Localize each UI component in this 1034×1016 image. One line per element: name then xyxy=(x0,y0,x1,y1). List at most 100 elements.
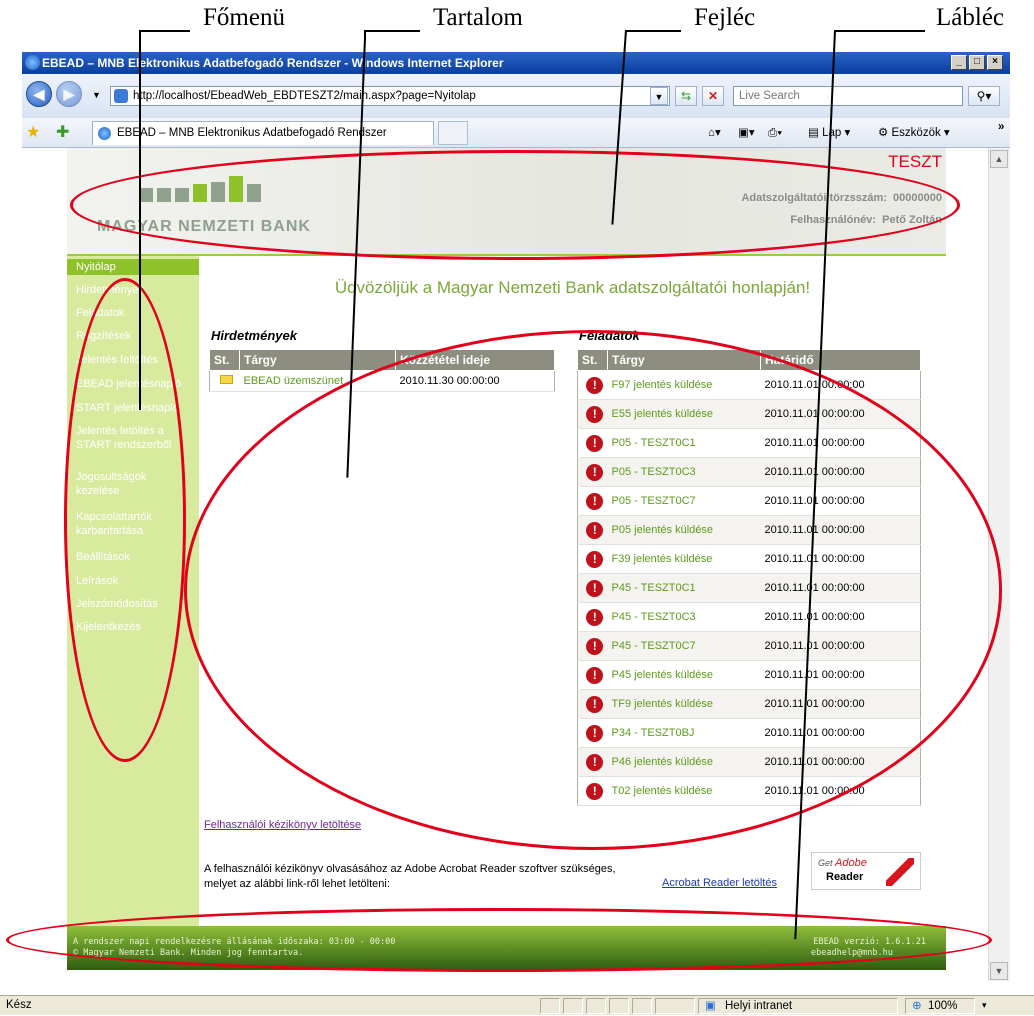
task-subject-link[interactable]: TF9 jelentés küldése xyxy=(607,689,761,719)
annotation-menu-label: Főmenü xyxy=(203,4,285,31)
menu-item-jelentes-letoltes[interactable]: Jelentés letöltés a START rendszerből xyxy=(67,424,195,452)
menu-item-start-jelentesnaplo[interactable]: START jelentésnapló xyxy=(67,401,199,415)
ie-logo-icon xyxy=(25,55,40,70)
tools-menu-button[interactable]: ⚙ Eszközök ▾ xyxy=(878,124,950,142)
scroll-down-icon[interactable]: ▼ xyxy=(990,962,1008,980)
table-row: EBEAD üzemszünet 2010.11.30 00:00:00 xyxy=(209,370,555,392)
user-label: Felhasználónév: xyxy=(790,214,876,226)
menu-item-jogosultsagok[interactable]: Jogosultságok kezelése xyxy=(67,470,177,498)
notices-col-date: Közzététel ideje xyxy=(395,349,555,371)
table-row: ! P45 - TESZT0C7 2010.11.01 00:00:00 xyxy=(577,631,921,661)
address-bar[interactable]: http://localhost/EbeadWeb_EBDTESZT2/main… xyxy=(110,86,670,106)
address-dropdown-button[interactable]: ▼ xyxy=(650,87,668,105)
task-subject-link[interactable]: P34 - TESZT0BJ xyxy=(607,718,761,748)
task-subject-link[interactable]: P45 - TESZT0C3 xyxy=(607,602,761,632)
user-row: Felhasználónév: Pető Zoltán xyxy=(790,214,942,226)
environment-label: TESZT xyxy=(888,152,942,171)
menu-item-kapcsolattartok[interactable]: Kapcsolattartók karbantartása xyxy=(67,510,195,538)
task-deadline: 2010.11.01 00:00:00 xyxy=(760,486,921,516)
notice-status-cell xyxy=(209,370,240,392)
tasks-header-row: St. Tárgy Határidő xyxy=(577,349,921,371)
menu-item-feladatok[interactable]: Feladatok xyxy=(67,306,199,320)
welcome-heading: Üdvözöljük a Magyar Nemzeti Bank adatszo… xyxy=(334,278,811,297)
notices-col-status: St. xyxy=(209,349,240,371)
task-subject-link[interactable]: P05 - TESZT0C7 xyxy=(607,486,761,516)
more-commands-button[interactable]: » xyxy=(998,118,1004,136)
maximize-button[interactable]: □ xyxy=(969,55,985,70)
annotation-header-label: Fejléc xyxy=(694,4,756,31)
table-row: ! F39 jelentés küldése 2010.11.01 00:00:00 xyxy=(577,544,921,574)
new-tab-button[interactable] xyxy=(438,121,468,145)
alert-icon: ! xyxy=(586,434,604,452)
footer-version: EBEAD verzió: 1.6.1.21 xyxy=(813,937,926,947)
menu-item-beallitasok[interactable]: Beállítások xyxy=(67,550,199,564)
task-subject-link[interactable]: E55 jelentés küldése xyxy=(607,399,761,429)
annotation-content-label: Tartalom xyxy=(433,4,523,31)
task-subject-link[interactable]: P05 - TESZT0C3 xyxy=(607,457,761,487)
table-row: ! TF9 jelentés küldése 2010.11.01 00:00:00 xyxy=(577,689,921,719)
menu-item-kijelentkezes[interactable]: Kijelentkezés xyxy=(67,620,199,634)
menu-item-rogzitesek[interactable]: Rögzítések xyxy=(67,329,199,343)
history-dropdown-icon[interactable]: ▼ xyxy=(92,90,101,100)
menu-item-jelszomodositas[interactable]: Jelszómódosítás xyxy=(67,597,199,611)
reader-info-text: A felhasználói kézikönyv olvasásához az … xyxy=(204,863,616,890)
task-subject-link[interactable]: P46 jelentés küldése xyxy=(607,747,761,777)
menu-item-hirdetmenyek[interactable]: Hirdetmények xyxy=(67,283,199,297)
menu-item-leirasok[interactable]: Leírások xyxy=(67,574,199,588)
task-subject-link[interactable]: T02 jelentés küldése xyxy=(607,776,761,806)
print-icon[interactable]: ⎙▾ xyxy=(768,124,782,142)
task-status-cell: ! xyxy=(577,747,608,777)
task-status-cell: ! xyxy=(577,399,608,429)
task-subject-link[interactable]: P45 jelentés küldése xyxy=(607,660,761,690)
close-window-button[interactable]: × xyxy=(987,55,1003,70)
menu-item-ebead-jelentesnaplo[interactable]: EBEAD jelentésnapló xyxy=(67,377,199,391)
tasks-col-deadline: Határidő xyxy=(760,349,921,371)
add-favorites-icon[interactable]: ✚ xyxy=(56,122,69,142)
window-title-bar: EBEAD – MNB Elektronikus Adatbefogadó Re… xyxy=(22,52,1010,74)
tasks-col-subject: Tárgy xyxy=(607,349,761,371)
address-text: http://localhost/EbeadWeb_EBDTESZT2/main… xyxy=(133,90,476,102)
alert-icon: ! xyxy=(586,637,604,655)
task-subject-link[interactable]: P45 - TESZT0C7 xyxy=(607,631,761,661)
manual-download-link[interactable]: Felhasználói kézikönyv letöltése xyxy=(204,819,361,831)
tasks-col-status: St. xyxy=(577,349,608,371)
vertical-scrollbar[interactable] xyxy=(988,148,1010,981)
task-subject-link[interactable]: P45 - TESZT0C1 xyxy=(607,573,761,603)
task-subject-link[interactable]: P05 - TESZT0C1 xyxy=(607,428,761,458)
favorites-star-icon[interactable]: ★ xyxy=(26,122,40,142)
back-button[interactable]: ◀ xyxy=(26,81,52,107)
notice-subject-link[interactable]: EBEAD üzemszünet xyxy=(239,370,396,392)
menu-item-nyitolap[interactable]: Nyitólap xyxy=(67,259,199,275)
get-adobe-reader-badge[interactable]: Get Adobe Reader xyxy=(811,852,921,890)
stop-button[interactable]: ✕ xyxy=(702,86,724,106)
scroll-up-icon[interactable]: ▲ xyxy=(990,150,1008,168)
zoom-control[interactable]: ⊕ 100% xyxy=(905,998,975,1014)
task-deadline: 2010.11.01 00:00:00 xyxy=(760,457,921,487)
menu-item-jelentes-feltoltes[interactable]: Jelentés feltöltés xyxy=(67,353,199,367)
search-input[interactable]: Live Search xyxy=(733,86,963,106)
acrobat-download-link[interactable]: Acrobat Reader letöltés xyxy=(662,877,777,889)
task-status-cell: ! xyxy=(577,428,608,458)
task-subject-link[interactable]: F39 jelentés küldése xyxy=(607,544,761,574)
forward-button[interactable]: ▶ xyxy=(56,81,82,107)
alert-icon: ! xyxy=(586,782,604,800)
task-status-cell: ! xyxy=(577,457,608,487)
provider-id-label: Adatszolgáltatói törzsszám: xyxy=(741,192,887,204)
home-icon[interactable]: ⌂▾ xyxy=(708,124,721,142)
feeds-icon[interactable]: ▣▾ xyxy=(738,124,755,142)
refresh-button[interactable]: ⇆ xyxy=(675,86,697,106)
alert-icon: ! xyxy=(586,724,604,742)
zoom-dropdown-icon[interactable]: ▾ xyxy=(982,996,987,1015)
status-text: Kész xyxy=(6,999,32,1011)
task-subject-link[interactable]: P05 jelentés küldése xyxy=(607,515,761,545)
main-menu: Nyitólap Hirdetmények Feladatok Rögzítés… xyxy=(67,256,199,926)
task-subject-link[interactable]: F97 jelentés küldése xyxy=(607,370,761,400)
search-icon[interactable]: ⚲▾ xyxy=(968,86,1000,106)
content-leader-line xyxy=(365,30,420,32)
browser-tab[interactable]: EBEAD – MNB Elektronikus Adatbefogadó Re… xyxy=(92,121,434,145)
task-deadline: 2010.11.01 00:00:00 xyxy=(760,747,921,777)
notices-table: St. Tárgy Közzététel ideje EBEAD üzemszü… xyxy=(209,349,555,392)
task-deadline: 2010.11.01 00:00:00 xyxy=(760,631,921,661)
minimize-button[interactable]: _ xyxy=(951,55,967,70)
task-deadline: 2010.11.01 00:00:00 xyxy=(760,515,921,545)
